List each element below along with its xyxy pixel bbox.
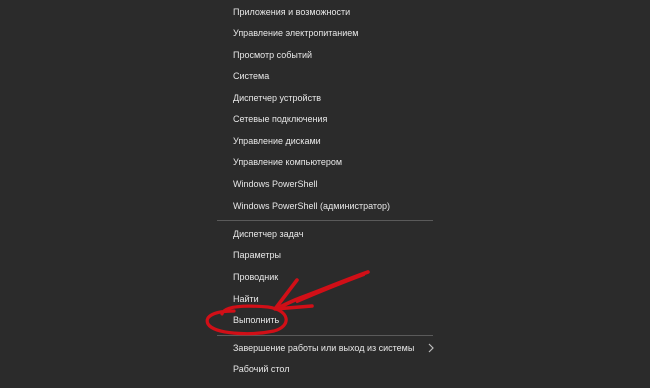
menu-item-label: Windows PowerShell: [233, 179, 318, 189]
menu-item-label: Управление дисками: [233, 136, 321, 146]
menu-item-settings[interactable]: Параметры: [217, 245, 433, 266]
menu-item-network-connections[interactable]: Сетевые подключения: [217, 109, 433, 130]
menu-item-powershell-admin[interactable]: Windows PowerShell (администратор): [217, 196, 433, 217]
menu-item-label: Диспетчер устройств: [233, 93, 321, 103]
menu-item-label: Просмотр событий: [233, 50, 313, 60]
menu-item-label: Приложения и возможности: [233, 7, 351, 17]
menu-item-computer-management[interactable]: Управление компьютером: [217, 152, 433, 173]
menu-item-label: Управление электропитанием: [233, 28, 359, 38]
menu-item-label: Диспетчер задач: [233, 229, 304, 239]
menu-item-run[interactable]: Выполнить: [217, 310, 433, 331]
menu-item-file-explorer[interactable]: Проводник: [217, 267, 433, 288]
menu-item-shutdown-signout[interactable]: Завершение работы или выход из системы: [217, 338, 434, 359]
menu-item-label: Управление компьютером: [233, 157, 343, 167]
menu-separator: [217, 335, 433, 336]
menu-item-label: Сетевые подключения: [233, 114, 328, 124]
menu-item-label: Проводник: [233, 272, 279, 282]
menu-item-event-viewer[interactable]: Просмотр событий: [217, 45, 433, 66]
winx-context-menu: Приложения и возможности Управление элек…: [217, 0, 434, 388]
menu-item-label: Windows PowerShell (администратор): [233, 201, 390, 211]
menu-item-system[interactable]: Система: [217, 66, 433, 87]
screen: Приложения и возможности Управление элек…: [0, 0, 650, 388]
menu-item-task-manager[interactable]: Диспетчер задач: [217, 224, 433, 245]
menu-item-label: Параметры: [233, 250, 281, 260]
menu-item-label: Завершение работы или выход из системы: [233, 343, 415, 353]
menu-item-power-options[interactable]: Управление электропитанием: [217, 23, 433, 44]
menu-item-label: Выполнить: [233, 315, 280, 325]
menu-item-label: Найти: [233, 294, 259, 304]
menu-item-label: Рабочий стол: [233, 364, 290, 374]
menu-item-device-manager[interactable]: Диспетчер устройств: [217, 88, 433, 109]
menu-item-powershell[interactable]: Windows PowerShell: [217, 174, 433, 195]
menu-item-apps-features[interactable]: Приложения и возможности: [217, 2, 433, 23]
menu-separator: [217, 220, 433, 221]
menu-item-search[interactable]: Найти: [217, 289, 433, 310]
chevron-right-icon: [428, 343, 434, 353]
menu-item-desktop[interactable]: Рабочий стол: [217, 359, 433, 380]
menu-item-disk-management[interactable]: Управление дисками: [217, 131, 433, 152]
menu-item-label: Система: [233, 71, 270, 81]
